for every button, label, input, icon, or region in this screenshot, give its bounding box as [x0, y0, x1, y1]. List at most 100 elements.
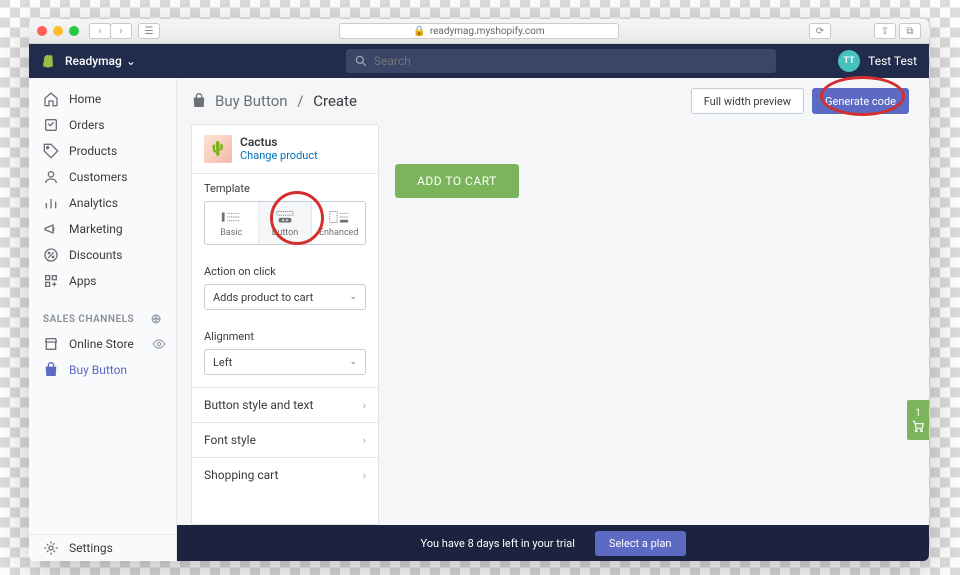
- sidebar-label: Customers: [69, 170, 127, 184]
- cart-fab[interactable]: 1: [907, 400, 929, 440]
- gear-icon: [43, 540, 59, 556]
- chevron-right-icon: ›: [363, 399, 366, 412]
- analytics-icon: [43, 195, 59, 211]
- sidebar-item-online-store[interactable]: Online Store: [29, 331, 176, 357]
- tabs-button[interactable]: ⧉: [899, 23, 921, 39]
- add-channel-icon[interactable]: ⊕: [151, 312, 162, 327]
- sidebar-label: Online Store: [69, 337, 134, 351]
- sidebar-item-buy-button[interactable]: Buy Button: [29, 357, 176, 383]
- browser-chrome: ‹ › ☰ 🔒 readymag.myshopify.com ⟳ ⇧ ⧉: [29, 19, 929, 44]
- alignment-select[interactable]: Left ⌄: [204, 349, 366, 375]
- close-window-button[interactable]: [37, 26, 47, 36]
- user-icon: [43, 169, 59, 185]
- lock-icon: 🔒: [413, 26, 425, 37]
- bag-icon: [191, 93, 207, 109]
- search-input[interactable]: [346, 49, 776, 73]
- expand-label: Button style and text: [204, 398, 313, 412]
- search-icon: [354, 54, 368, 68]
- template-label-text: Enhanced: [319, 228, 358, 238]
- back-button[interactable]: ‹: [89, 23, 111, 39]
- cart-count: 1: [915, 408, 921, 419]
- chevron-down-icon: ⌄: [349, 292, 357, 302]
- template-enhanced[interactable]: Enhanced: [312, 202, 365, 244]
- template-label-text: Button: [272, 228, 298, 238]
- sidebar-label: Marketing: [69, 222, 123, 236]
- alignment-label: Alignment: [204, 330, 366, 343]
- orders-icon: [43, 117, 59, 133]
- url-text: readymag.myshopify.com: [430, 26, 545, 37]
- sidebar: Home Orders Products Customers Analytics…: [29, 78, 177, 561]
- sidebar-label: Apps: [69, 274, 97, 288]
- select-value: Left: [213, 356, 232, 369]
- sidebar-label: Buy Button: [69, 363, 127, 377]
- user-name: Test Test: [868, 54, 917, 68]
- action-label: Action on click: [204, 265, 366, 278]
- product-name: Cactus: [240, 135, 318, 149]
- page-header: Buy Button / Create Full width preview G…: [177, 78, 929, 124]
- chevron-down-icon: ⌄: [349, 357, 357, 367]
- eye-icon[interactable]: [152, 337, 166, 351]
- enhanced-icon: [328, 210, 350, 224]
- basic-icon: [220, 210, 242, 224]
- preview-area: ADD TO CART: [395, 124, 909, 525]
- sidebar-item-discounts[interactable]: Discounts: [29, 242, 176, 268]
- chevron-right-icon: ›: [363, 434, 366, 447]
- chevron-right-icon: ›: [363, 469, 366, 482]
- shop-switcher[interactable]: Readymag ⌄: [65, 54, 136, 68]
- action-select[interactable]: Adds product to cart⌄: [204, 284, 366, 310]
- apps-icon: [43, 273, 59, 289]
- select-plan-button[interactable]: Select a plan: [595, 531, 686, 556]
- breadcrumb-current: Create: [313, 92, 357, 110]
- sidebar-item-analytics[interactable]: Analytics: [29, 190, 176, 216]
- template-label: Template: [204, 182, 366, 195]
- sidebar-item-apps[interactable]: Apps: [29, 268, 176, 294]
- maximize-window-button[interactable]: [69, 26, 79, 36]
- main-content: Buy Button / Create Full width preview G…: [177, 78, 929, 561]
- product-thumbnail: 🌵: [204, 135, 232, 163]
- chevron-down-icon: ⌄: [126, 54, 136, 68]
- store-icon: [43, 336, 59, 352]
- avatar[interactable]: TT: [838, 50, 860, 72]
- template-button[interactable]: Button: [259, 202, 313, 244]
- breadcrumb: Buy Button / Create: [215, 92, 357, 110]
- sidebar-label: Products: [69, 144, 117, 158]
- add-to-cart-button[interactable]: ADD TO CART: [395, 164, 519, 198]
- generate-code-button[interactable]: Generate code: [812, 88, 909, 114]
- megaphone-icon: [43, 221, 59, 237]
- sidebar-label: Home: [69, 92, 101, 106]
- full-width-preview-button[interactable]: Full width preview: [691, 88, 804, 114]
- sidebar-label: Orders: [69, 118, 105, 132]
- sidebar-item-products[interactable]: Products: [29, 138, 176, 164]
- expand-shopping-cart[interactable]: Shopping cart ›: [192, 457, 378, 492]
- sidebar-item-customers[interactable]: Customers: [29, 164, 176, 190]
- expand-button-style[interactable]: Button style and text ›: [192, 387, 378, 422]
- sales-channels-header: SALES CHANNELS ⊕: [29, 302, 176, 331]
- sidebar-item-settings[interactable]: Settings: [29, 535, 176, 561]
- address-bar[interactable]: 🔒 readymag.myshopify.com: [339, 23, 619, 39]
- sidebar-label: Discounts: [69, 248, 122, 262]
- minimize-window-button[interactable]: [53, 26, 63, 36]
- sidebar-toggle-button[interactable]: ☰: [138, 23, 160, 39]
- refresh-button[interactable]: ⟳: [809, 23, 831, 39]
- sidebar-item-home[interactable]: Home: [29, 86, 176, 112]
- bag-icon: [43, 362, 59, 378]
- cart-icon: [911, 419, 925, 433]
- discount-icon: [43, 247, 59, 263]
- breadcrumb-link[interactable]: Buy Button: [215, 92, 288, 110]
- forward-button[interactable]: ›: [110, 23, 132, 39]
- tag-icon: [43, 143, 59, 159]
- home-icon: [43, 91, 59, 107]
- template-basic[interactable]: Basic: [205, 202, 259, 244]
- expand-font-style[interactable]: Font style›: [192, 422, 378, 457]
- shopify-logo: [41, 53, 57, 69]
- share-button[interactable]: ⇧: [874, 23, 896, 39]
- expand-label: Shopping cart: [204, 468, 278, 482]
- config-panel: 🌵 Cactus Change product Template Basic B…: [191, 124, 379, 525]
- sidebar-item-orders[interactable]: Orders: [29, 112, 176, 138]
- sidebar-label: Settings: [69, 541, 113, 555]
- template-label-text: Basic: [220, 228, 242, 238]
- shop-name-text: Readymag: [65, 54, 122, 68]
- change-product-link[interactable]: Change product: [240, 149, 318, 162]
- sidebar-label: Analytics: [69, 196, 118, 210]
- sidebar-item-marketing[interactable]: Marketing: [29, 216, 176, 242]
